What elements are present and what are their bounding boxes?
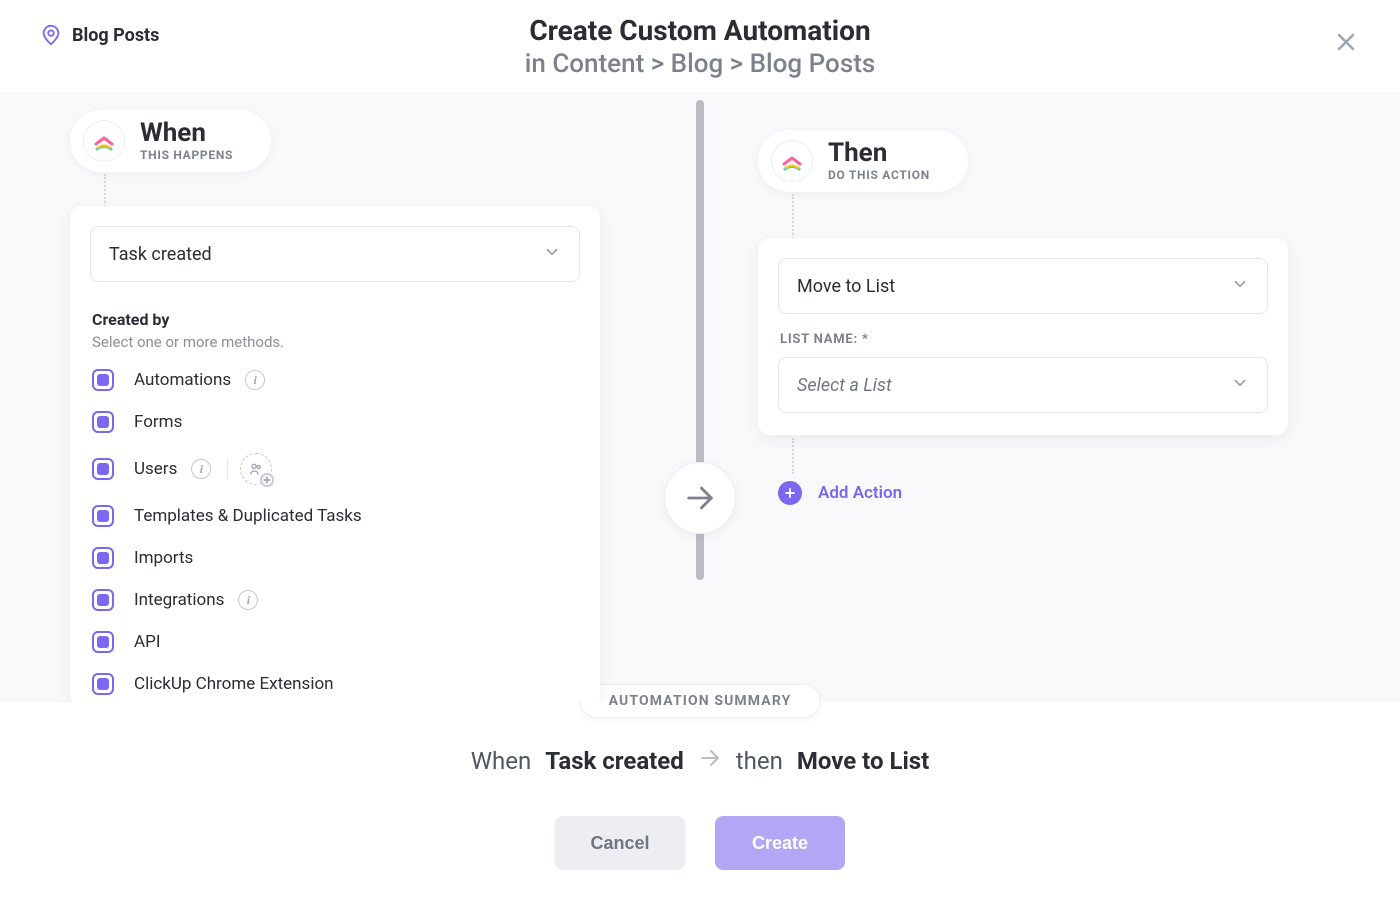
separator (227, 458, 228, 480)
created-by-item: Templates & Duplicated Tasks (90, 501, 580, 531)
when-title: When (140, 120, 233, 146)
modal-subtitle: in Content > Blog > Blog Posts (0, 49, 1400, 79)
then-column: Then DO THIS ACTION Move to List LIST NA… (758, 130, 1288, 505)
add-action-button[interactable]: Add Action (778, 481, 1288, 505)
created-by-item-label: Automations (134, 370, 231, 390)
close-button[interactable] (1328, 24, 1364, 60)
summary-line: When Task created then Move to List (0, 746, 1400, 776)
modal-title: Create Custom Automation (0, 14, 1400, 47)
flow-arrow-chip (664, 462, 736, 534)
list-select-placeholder: Select a List (797, 375, 892, 396)
checkbox[interactable] (92, 411, 114, 433)
summary-then-prefix: then (736, 747, 783, 775)
summary-when-value: Task created (545, 747, 684, 775)
action-card: Move to List LIST NAME: * Select a List (758, 238, 1288, 435)
created-by-list: AutomationsiFormsUsersiTemplates & Dupli… (90, 365, 580, 699)
checkbox[interactable] (92, 369, 114, 391)
action-select[interactable]: Move to List (778, 258, 1268, 314)
automation-canvas: When THIS HAPPENS Task created Created b… (0, 92, 1400, 702)
center-divider (696, 92, 704, 702)
when-column: When THIS HAPPENS Task created Created b… (70, 110, 600, 702)
trigger-select-value: Task created (109, 244, 212, 265)
clickup-logo-icon (84, 121, 124, 161)
checkbox[interactable] (92, 673, 114, 695)
created-by-item-label: Users (134, 459, 177, 479)
created-by-item: Automations i (90, 365, 580, 395)
footer-buttons: Cancel Create (0, 816, 1400, 870)
add-users-icon[interactable] (240, 453, 272, 485)
create-button[interactable]: Create (715, 816, 845, 870)
chevron-down-icon (1231, 275, 1249, 298)
created-by-item-label: ClickUp Chrome Extension (134, 674, 334, 694)
list-name-label: LIST NAME: * (780, 332, 1268, 347)
created-by-subtitle: Select one or more methods. (92, 333, 580, 351)
checkbox[interactable] (92, 547, 114, 569)
created-by-item: ClickUp Chrome Extension (90, 669, 580, 699)
modal-title-block: Create Custom Automation in Content > Bl… (0, 14, 1400, 79)
checkbox[interactable] (92, 458, 114, 480)
created-by-item-label: Forms (134, 412, 182, 432)
created-by-item: Imports (90, 543, 580, 573)
cancel-button[interactable]: Cancel (555, 816, 685, 870)
created-by-item-label: API (134, 632, 160, 652)
info-icon[interactable]: i (191, 459, 211, 479)
add-action-label: Add Action (818, 483, 902, 503)
checkbox[interactable] (92, 631, 114, 653)
then-subtitle: DO THIS ACTION (828, 168, 930, 182)
trigger-card: Task created Created by Select one or mo… (70, 206, 600, 702)
clickup-logo-icon (772, 141, 812, 181)
connector-line (792, 438, 794, 474)
when-pill: When THIS HAPPENS (70, 110, 271, 172)
then-pill: Then DO THIS ACTION (758, 130, 968, 192)
modal-footer: AUTOMATION SUMMARY When Task created the… (0, 702, 1400, 870)
chevron-down-icon (543, 243, 561, 266)
when-subtitle: THIS HAPPENS (140, 148, 233, 162)
trigger-select[interactable]: Task created (90, 226, 580, 282)
info-icon[interactable]: i (238, 590, 258, 610)
summary-then-value: Move to List (797, 747, 929, 775)
created-by-item-label: Templates & Duplicated Tasks (134, 506, 362, 526)
checkbox[interactable] (92, 505, 114, 527)
created-by-item: Forms (90, 407, 580, 437)
modal-header: Blog Posts Create Custom Automation in C… (0, 0, 1400, 92)
location-pin-icon (40, 24, 62, 46)
created-by-item-label: Integrations (134, 590, 224, 610)
arrow-right-icon (698, 746, 722, 776)
created-by-item: API (90, 627, 580, 657)
created-by-title: Created by (92, 310, 580, 329)
list-select[interactable]: Select a List (778, 357, 1268, 413)
breadcrumb-label: Blog Posts (72, 25, 159, 46)
chevron-down-icon (1231, 374, 1249, 397)
info-icon[interactable]: i (245, 370, 265, 390)
created-by-item: Usersi (90, 449, 580, 489)
breadcrumb: Blog Posts (40, 24, 159, 46)
summary-pill: AUTOMATION SUMMARY (580, 684, 821, 718)
action-select-value: Move to List (797, 276, 895, 297)
summary-when-prefix: When (471, 747, 532, 775)
created-by-item-label: Imports (134, 548, 193, 568)
then-title: Then (828, 140, 930, 166)
created-by-item: Integrations i (90, 585, 580, 615)
plus-circle-icon (778, 481, 802, 505)
checkbox[interactable] (92, 589, 114, 611)
